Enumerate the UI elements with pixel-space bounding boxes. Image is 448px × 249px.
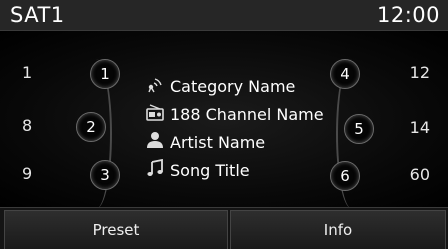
music-note-icon	[147, 159, 163, 176]
preset-column-right: 12 4 14 5 60 6	[330, 31, 448, 207]
preset-6[interactable]: 60 6	[330, 155, 448, 195]
softkey-bar: Preset Info	[0, 207, 448, 249]
now-playing-info: Category Name 188 Channel Name Artist Na…	[146, 71, 336, 183]
category-row: Category Name	[146, 71, 336, 99]
preset-frequency: 8	[22, 116, 33, 135]
preset-number-badge[interactable]: 1	[90, 59, 120, 89]
clock: 12:00	[376, 3, 440, 27]
channel-name: 188 Channel Name	[170, 105, 324, 124]
preset-4[interactable]: 12 4	[330, 53, 448, 93]
category-name: Category Name	[170, 77, 296, 96]
song-title: Song Title	[170, 161, 250, 180]
preset-number-badge[interactable]: 2	[76, 112, 106, 142]
status-bar: SAT1 12:00	[0, 0, 448, 31]
preset-frequency: 12	[409, 63, 430, 82]
antenna-icon	[148, 78, 162, 93]
main-area: 1 1 8 2 9 3 12 4 14 5 60 6 Category Name…	[0, 31, 448, 209]
preset-frequency: 1	[22, 63, 33, 82]
preset-number-badge[interactable]: 3	[90, 160, 120, 190]
preset-2[interactable]: 8 2	[0, 106, 106, 146]
preset-frequency: 9	[22, 164, 33, 183]
sat-radio-screen: SAT1 12:00 1 1 8 2 9 3 12 4 14 5 60 6 Ca…	[0, 0, 448, 249]
info-button[interactable]: Info	[230, 210, 446, 249]
preset-column-left: 1 1 8 2 9 3	[0, 31, 120, 207]
preset-5[interactable]: 14 5	[344, 108, 448, 148]
channel-row: 188 Channel Name	[146, 99, 336, 127]
radio-icon	[146, 104, 164, 121]
person-icon	[147, 132, 163, 148]
song-row: Song Title	[146, 155, 336, 183]
artist-name: Artist Name	[170, 133, 266, 152]
preset-frequency: 14	[409, 118, 430, 137]
preset-3[interactable]: 9 3	[0, 154, 120, 194]
preset-frequency: 60	[409, 165, 430, 184]
artist-row: Artist Name	[146, 127, 336, 155]
preset-button[interactable]: Preset	[4, 210, 228, 249]
preset-1[interactable]: 1 1	[0, 53, 120, 93]
preset-number-badge[interactable]: 5	[344, 114, 374, 144]
band-label: SAT1	[10, 3, 65, 27]
